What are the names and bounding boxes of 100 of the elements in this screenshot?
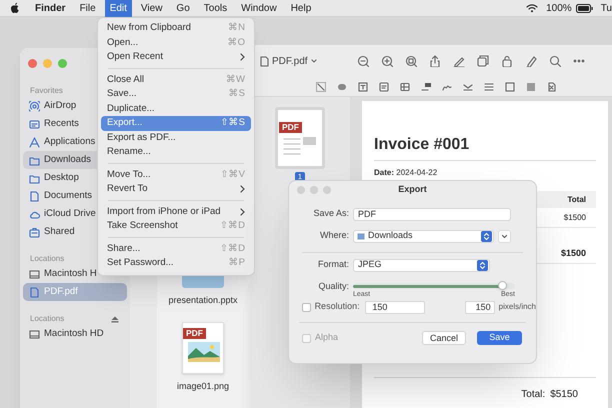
shape-fill-icon[interactable] xyxy=(337,82,347,92)
section-heading: Locations xyxy=(30,313,64,325)
format-dropdown[interactable]: JPEG xyxy=(353,258,490,272)
zoom-out-icon[interactable] xyxy=(356,55,369,67)
total-label: Total: xyxy=(521,388,546,402)
color-swatch-icon[interactable] xyxy=(526,82,536,92)
note-icon[interactable] xyxy=(379,82,389,92)
stepper-icon xyxy=(481,230,492,242)
quality-slider[interactable] xyxy=(353,283,515,289)
folder-icon xyxy=(357,232,365,240)
menu-item[interactable]: Export as PDF... xyxy=(101,130,251,145)
zoom-in-icon[interactable] xyxy=(380,55,393,67)
resolution-checkbox[interactable] xyxy=(302,302,311,312)
wifi-icon[interactable] xyxy=(526,3,538,13)
save-button[interactable]: Save xyxy=(477,331,522,345)
menu-item[interactable]: Save... ⌘S xyxy=(101,87,251,102)
cancel-button[interactable]: Cancel xyxy=(422,331,466,345)
menu-bar-item[interactable]: Edit xyxy=(104,0,132,16)
menu-bar-item[interactable]: Window xyxy=(236,0,282,16)
shortcut-label: ⌘N xyxy=(228,21,245,36)
shortcut-label: ⌘S xyxy=(228,87,245,102)
section-heading: Favorites xyxy=(30,85,63,97)
menu-item[interactable]: Close All ⌘W xyxy=(101,72,251,87)
border-icon[interactable] xyxy=(505,82,515,92)
apple-logo-icon xyxy=(10,2,20,14)
table-icon[interactable] xyxy=(400,82,410,92)
chevron-right-icon xyxy=(240,53,245,62)
field-label: Quality: xyxy=(317,280,350,294)
recents-icon xyxy=(29,118,40,130)
shortcut-label: ⌘W xyxy=(226,72,245,87)
resolution-field[interactable]: 150 xyxy=(365,300,426,314)
markup-icon[interactable] xyxy=(524,55,537,67)
landscape-picture-icon xyxy=(188,342,220,362)
menu-bar-item[interactable]: Tools xyxy=(198,0,232,16)
sidebar-item[interactable]: Macintosh HD xyxy=(23,325,127,343)
menu-item[interactable]: Move To... ⇧⌘V xyxy=(101,168,251,182)
file-name[interactable]: presentation.pptx xyxy=(168,294,238,308)
save-as-field[interactable]: PDF xyxy=(353,208,511,220)
stepper-icon xyxy=(477,260,488,270)
dialog-title: Export xyxy=(398,182,427,196)
folder-icon xyxy=(29,172,40,184)
table-cell: $1500 xyxy=(564,212,586,224)
shared-folder-icon xyxy=(29,226,40,238)
menu-item[interactable]: New from Clipboard ⌘N xyxy=(101,21,251,36)
document-icon xyxy=(260,56,269,66)
slider-thumb[interactable] xyxy=(498,280,507,290)
pen-icon[interactable] xyxy=(452,55,465,67)
chevron-down-icon xyxy=(310,59,317,63)
unit-label: pixels/inch xyxy=(498,301,536,313)
zoom-fit-icon[interactable] xyxy=(404,55,417,67)
search-icon[interactable] xyxy=(548,55,561,67)
menu-item[interactable]: Duplicate... xyxy=(101,102,251,116)
menu-item[interactable]: Import from iPhone or iPad xyxy=(101,204,251,219)
page-icon[interactable] xyxy=(547,82,557,92)
list-icon[interactable] xyxy=(484,82,494,92)
share-icon[interactable] xyxy=(428,55,441,67)
menu-bar-item[interactable]: Go xyxy=(171,0,195,16)
expand-button-icon[interactable] xyxy=(498,230,511,242)
section-heading: Locations xyxy=(30,253,64,265)
field-label: Format: xyxy=(316,258,350,272)
folder-icon xyxy=(29,154,40,166)
shortcut-label: ⇧⌘D xyxy=(220,219,245,234)
menu-bar-item[interactable]: Help xyxy=(286,0,316,16)
battery-icon[interactable] xyxy=(576,4,593,12)
file-badge: PDF xyxy=(183,328,206,338)
chevron-right-icon xyxy=(240,208,245,216)
menu-bar-item[interactable]: Finder xyxy=(30,0,71,16)
shortcut-label: ⇧⌘D xyxy=(220,242,245,256)
menu-bar-item[interactable]: File xyxy=(74,0,101,16)
selection-icon[interactable] xyxy=(316,82,326,92)
window-icon[interactable] xyxy=(476,55,489,67)
pdf-image-file-icon[interactable]: PDF xyxy=(182,322,224,374)
page-thumbnail[interactable]: PDF xyxy=(275,107,325,169)
airdrop-icon xyxy=(29,100,40,112)
field-label: Save As: xyxy=(312,207,350,220)
clock[interactable]: Tu xyxy=(600,0,612,16)
shortcut-label: ⌘P xyxy=(228,256,245,270)
menu-item[interactable]: Open Recent xyxy=(101,50,251,64)
chevron-right-icon xyxy=(240,185,245,194)
document-icon xyxy=(29,286,40,298)
menu-bar-item[interactable]: View xyxy=(136,0,168,16)
checkbox-label: Resolution: xyxy=(314,300,361,314)
menu-item[interactable]: Take Screenshot ⇧⌘D xyxy=(101,219,251,234)
checkbox-label: Alpha xyxy=(315,331,340,344)
adjust-icon[interactable] xyxy=(463,82,473,92)
window-title: PDF.pdf xyxy=(272,54,308,68)
text-box-icon[interactable] xyxy=(358,82,368,92)
resolution-field[interactable]: 150 xyxy=(465,300,495,314)
table-cell-text: $1500 xyxy=(560,246,586,260)
alpha-checkbox[interactable] xyxy=(302,334,311,342)
document-icon xyxy=(29,190,40,202)
where-dropdown[interactable]: Downloads xyxy=(353,230,494,242)
menu-item[interactable]: Share... ⇧⌘D xyxy=(101,242,251,256)
menu-item[interactable]: Revert To xyxy=(101,182,251,196)
eject-icon[interactable] xyxy=(111,316,119,323)
menu-item[interactable]: Open... ⌘O xyxy=(101,36,251,50)
invoice-date: Date: 2024-04-22 xyxy=(374,167,438,179)
invoice-heading: Invoice #001 xyxy=(374,133,596,161)
field-label: Where: xyxy=(318,229,350,242)
file-name[interactable]: image01.png xyxy=(176,380,230,393)
